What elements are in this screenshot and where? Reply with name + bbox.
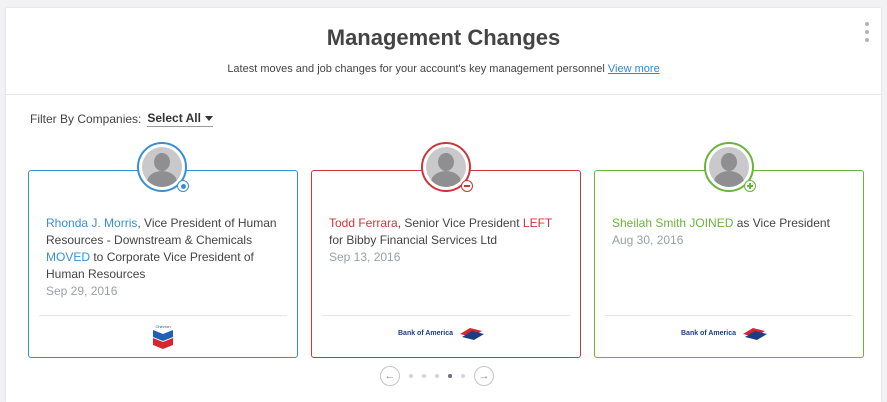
person-name-link[interactable]: Sheilah Smith [612, 216, 686, 230]
minus-badge-icon [461, 180, 473, 192]
avatar [704, 142, 756, 192]
change-description: Todd Ferrara, Senior Vice President LEFT… [329, 215, 566, 266]
plus-badge-icon [744, 180, 756, 192]
filter-select-dropdown[interactable]: Select All [147, 111, 213, 127]
arrow-left-icon[interactable]: ← [380, 366, 400, 386]
dot-badge-icon [177, 180, 189, 192]
card-divider [605, 315, 853, 316]
pager-dot[interactable] [422, 374, 426, 378]
change-date: Aug 30, 2016 [612, 233, 684, 247]
company-logo-chevron: Chevron [29, 323, 297, 349]
description-text: , Senior Vice President [397, 216, 523, 230]
filter-selected-value: Select All [147, 111, 201, 125]
logo-wordmark: Bank of America [681, 330, 736, 337]
change-date: Sep 29, 2016 [46, 284, 118, 298]
action-label: JOINED [689, 216, 734, 230]
management-changes-panel: Management Changes Latest moves and job … [6, 8, 881, 402]
change-card-moved[interactable]: Rhonda J. Morris, Vice President of Huma… [28, 170, 298, 358]
company-logo-bank-of-america: Bank of America [312, 323, 580, 341]
person-name-link[interactable]: Todd Ferrara [329, 216, 398, 230]
change-card-joined[interactable]: Sheilah Smith JOINED as Vice President A… [594, 170, 864, 358]
action-label: LEFT [522, 216, 553, 230]
view-more-link[interactable]: View more [608, 63, 660, 75]
subtitle-text: Latest moves and job changes for your ac… [227, 63, 605, 75]
arrow-right-icon[interactable]: → [474, 366, 494, 386]
change-card-left[interactable]: Todd Ferrara, Senior Vice President LEFT… [311, 170, 581, 358]
header-divider [6, 94, 881, 95]
avatar [421, 142, 473, 192]
card-divider [39, 315, 287, 316]
action-label: MOVED [46, 250, 91, 264]
description-text: as Vice President [733, 216, 830, 230]
change-description: Rhonda J. Morris, Vice President of Huma… [46, 215, 283, 300]
pager-dot[interactable] [435, 374, 439, 378]
pager-dot[interactable] [461, 374, 465, 378]
change-description: Sheilah Smith JOINED as Vice President A… [612, 215, 849, 249]
change-date: Sep 13, 2016 [329, 250, 401, 264]
pager-dot[interactable] [409, 374, 413, 378]
avatar [137, 142, 189, 192]
pager-dot-active[interactable] [448, 374, 452, 378]
card-divider [322, 315, 570, 316]
filter-label: Filter By Companies: [30, 112, 142, 126]
subtitle: Latest moves and job changes for your ac… [6, 63, 881, 75]
description-text: for Bibby Financial Services Ltd [329, 233, 498, 247]
caret-down-icon [204, 115, 213, 121]
page-title: Management Changes [326, 25, 561, 50]
logo-wordmark: Bank of America [398, 330, 453, 337]
logo-wordmark: Chevron [155, 324, 170, 329]
carousel-pager: ← → [380, 366, 494, 386]
company-filter: Filter By Companies: Select All [30, 111, 213, 127]
person-name-link[interactable]: Rhonda J. Morris [46, 216, 137, 230]
company-logo-bank-of-america: Bank of America [595, 323, 863, 341]
